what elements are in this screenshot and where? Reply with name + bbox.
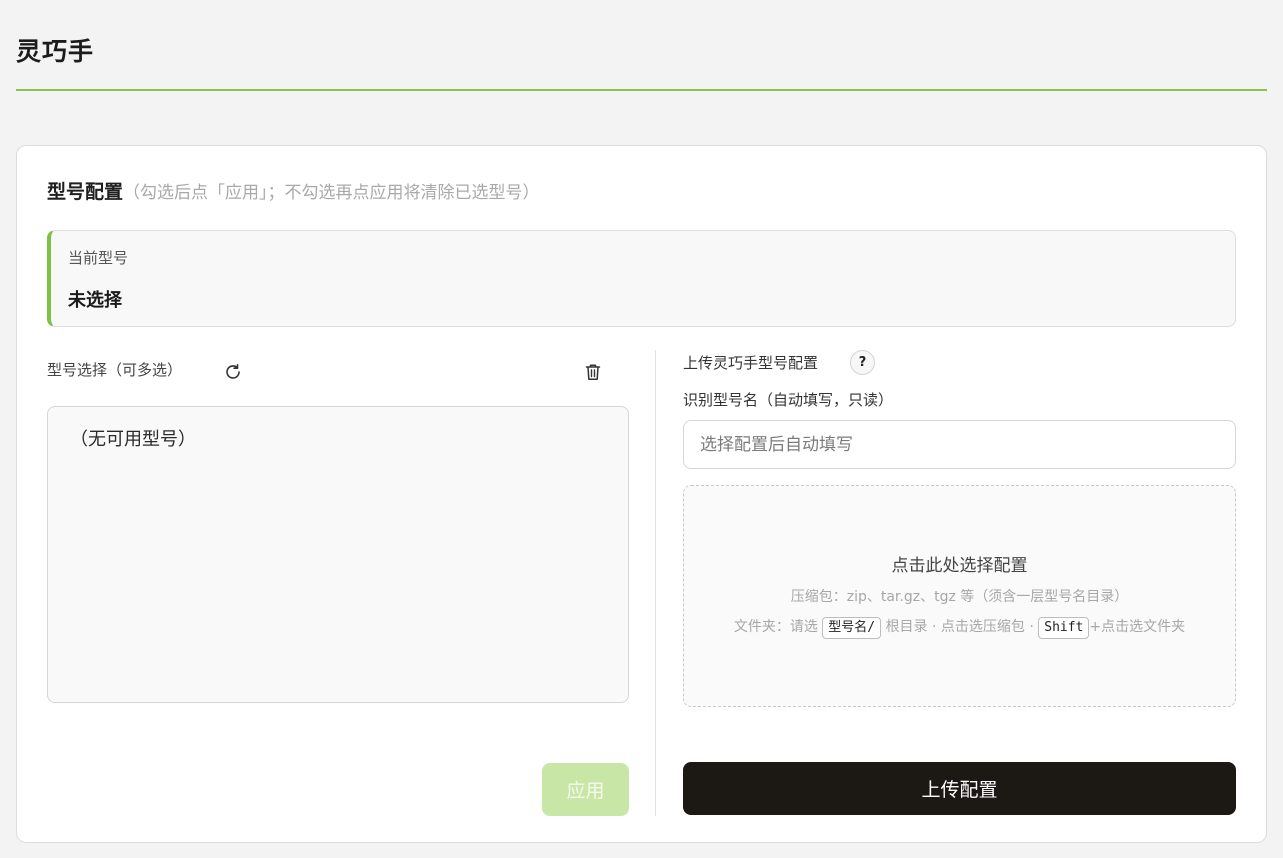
folder-hint-text-b: 根目录 · 点击选压缩包 ·: [885, 619, 1034, 635]
column-divider: [655, 350, 656, 816]
model-config-card: 型号配置（勾选后点「应用」；不勾选再点应用将清除已选型号） 当前型号 未选择 型…: [16, 145, 1267, 843]
folder-hint-text-c: +点击选文件夹: [1089, 619, 1186, 635]
apply-button[interactable]: 应用: [542, 763, 629, 816]
current-model-value: 未选择: [68, 290, 122, 311]
upload-panel: 上传灵巧手型号配置 ? 识别型号名（自动填写，只读） 点击此处选择配置 压缩包：…: [683, 348, 1236, 818]
config-dropzone[interactable]: 点击此处选择配置 压缩包：zip、tar.gz、tgz 等（须含一层型号名目录）…: [683, 485, 1236, 707]
dropzone-archive-hint: 压缩包：zip、tar.gz、tgz 等（须含一层型号名目录）: [790, 589, 1129, 605]
upload-config-button[interactable]: 上传配置: [683, 762, 1236, 815]
card-title-hint: （勾选后点「应用」；不勾选再点应用将清除已选型号）: [123, 183, 540, 203]
current-model-box: 当前型号 未选择: [47, 230, 1236, 327]
refresh-icon[interactable]: [222, 361, 244, 383]
model-list-empty: （无可用型号）: [70, 429, 196, 450]
app-title: 灵巧手: [16, 37, 95, 66]
dropzone-title: 点击此处选择配置: [891, 556, 1028, 576]
dropzone-folder-hint: 文件夹：请选 型号名/ 根目录 · 点击选压缩包 · Shift +点击选文件夹: [684, 616, 1235, 639]
trash-icon[interactable]: [582, 361, 604, 383]
app-header: 灵巧手: [16, 0, 1267, 91]
help-icon[interactable]: ?: [850, 350, 875, 375]
current-model-label: 当前型号: [68, 249, 129, 267]
kbd-model-name: 型号名/: [822, 617, 882, 639]
model-selector-panel: 型号选择（可多选） （无可用型号） 应用: [47, 351, 629, 819]
card-title: 型号配置（勾选后点「应用」；不勾选再点应用将清除已选型号）: [47, 177, 540, 204]
upload-title: 上传灵巧手型号配置: [683, 354, 819, 372]
folder-hint-text-a: 文件夹：请选: [733, 619, 818, 635]
model-name-input[interactable]: [683, 420, 1236, 469]
card-title-main: 型号配置: [47, 181, 124, 203]
kbd-shift: Shift: [1038, 617, 1090, 639]
model-list[interactable]: （无可用型号）: [47, 406, 629, 703]
model-select-label: 型号选择（可多选）: [47, 361, 183, 379]
model-name-label: 识别型号名（自动填写，只读）: [683, 391, 894, 409]
